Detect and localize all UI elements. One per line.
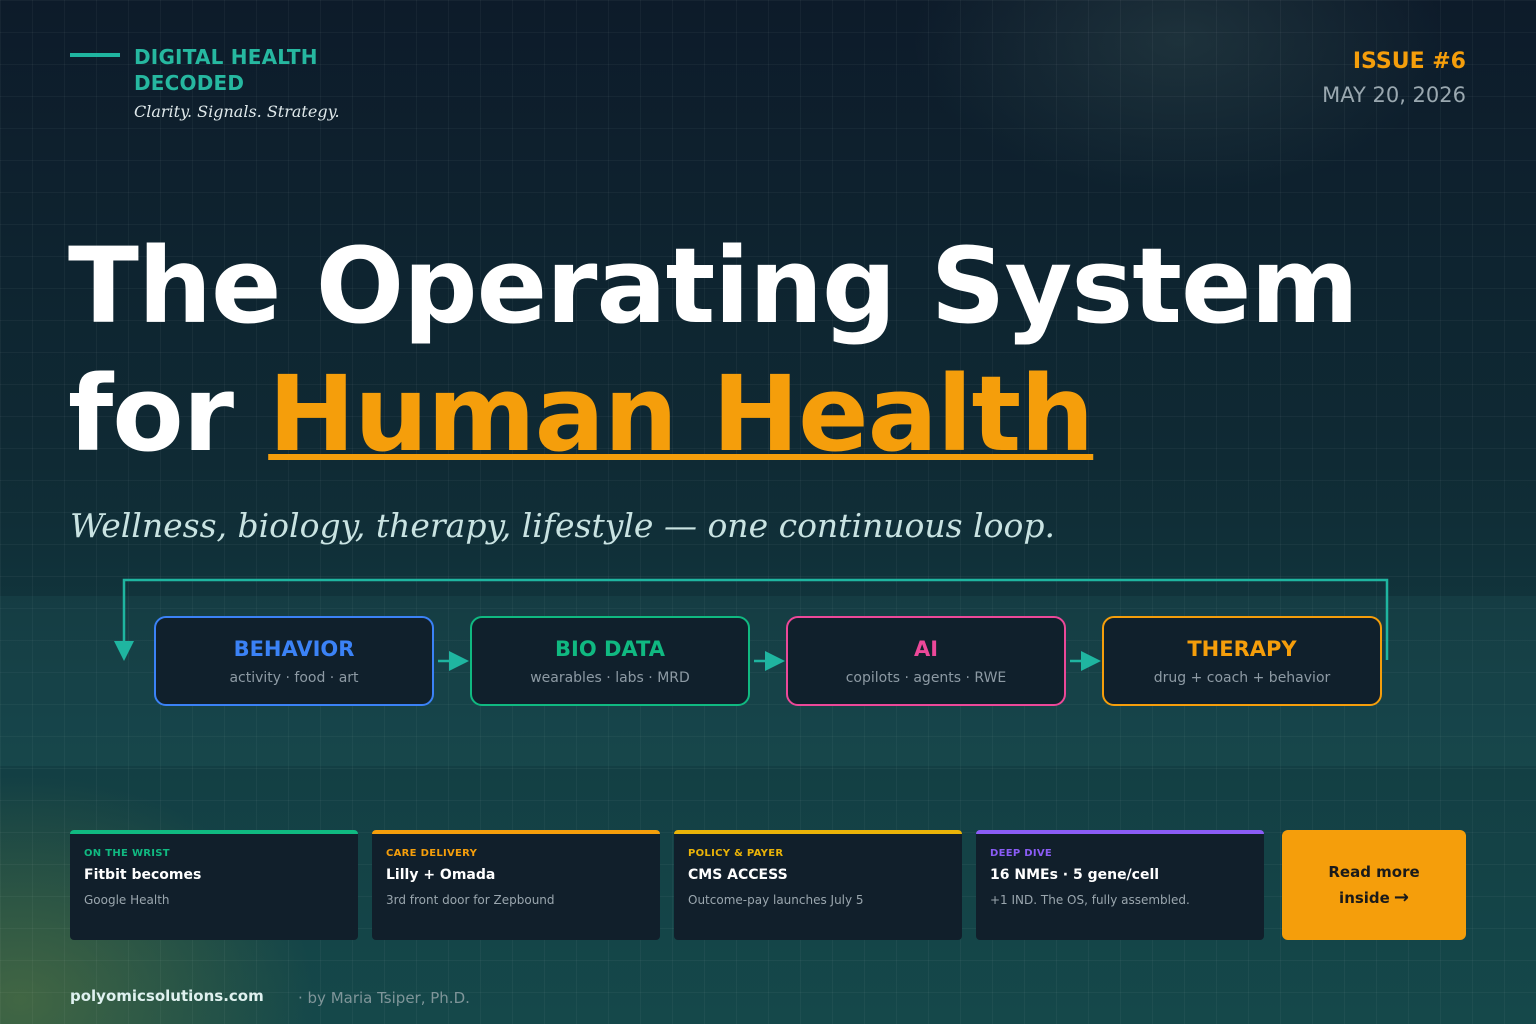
stage-title: THERAPY <box>1187 637 1297 661</box>
card-description: +1 IND. The OS, fully assembled. <box>990 893 1190 907</box>
arrow-right-icon: → <box>1393 887 1409 908</box>
card-tag: POLICY & PAYER <box>688 848 784 859</box>
stage-bio-data: BIO DATA wearables · labs · MRD <box>470 616 750 706</box>
footer-author: · by Maria Tsiper, Ph.D. <box>298 989 470 1007</box>
stage-subtitle: wearables · labs · MRD <box>530 670 690 686</box>
card-policy-payer[interactable]: POLICY & PAYER CMS ACCESS Outcome-pay la… <box>674 830 962 940</box>
stage-subtitle: copilots · agents · RWE <box>845 670 1007 686</box>
card-title: 16 NMEs · 5 gene/cell <box>990 867 1160 883</box>
stage-title: BEHAVIOR <box>233 637 355 661</box>
card-care-delivery[interactable]: CARE DELIVERY Lilly + Omada 3rd front do… <box>372 830 660 940</box>
card-tag: DEEP DIVE <box>990 848 1053 859</box>
card-on-the-wrist[interactable]: ON THE WRIST Fitbit becomes Google Healt… <box>70 830 358 940</box>
footer-site-link[interactable]: polyomicsolutions.com <box>70 987 264 1005</box>
stage-ai: AI copilots · agents · RWE <box>786 616 1066 706</box>
card-title: Fitbit becomes <box>84 867 202 883</box>
stage-title: BIO DATA <box>555 637 665 661</box>
card-deep-dive[interactable]: DEEP DIVE 16 NMEs · 5 gene/cell +1 IND. … <box>976 830 1264 940</box>
stage-therapy: THERAPY drug + coach + behavior <box>1102 616 1382 706</box>
card-tag: CARE DELIVERY <box>386 848 478 859</box>
card-description: 3rd front door for Zepbound <box>386 893 555 907</box>
stage-title: AI <box>913 637 939 661</box>
stage-subtitle: activity · food · art <box>229 670 359 686</box>
card-tag: ON THE WRIST <box>84 848 170 859</box>
card-description: Outcome-pay launches July 5 <box>688 893 864 907</box>
read-more-label-1: Read more <box>1328 863 1420 881</box>
read-more-button[interactable]: Read more inside → <box>1282 830 1466 940</box>
card-title: CMS ACCESS <box>688 867 788 883</box>
card-description: Google Health <box>84 893 170 907</box>
stage-behavior: BEHAVIOR activity · food · art <box>154 616 434 706</box>
stage-subtitle: drug + coach + behavior <box>1153 670 1331 686</box>
card-title: Lilly + Omada <box>386 867 496 883</box>
read-more-label-2: inside <box>1339 889 1390 907</box>
read-more-label-2-row: inside → <box>1339 885 1409 911</box>
